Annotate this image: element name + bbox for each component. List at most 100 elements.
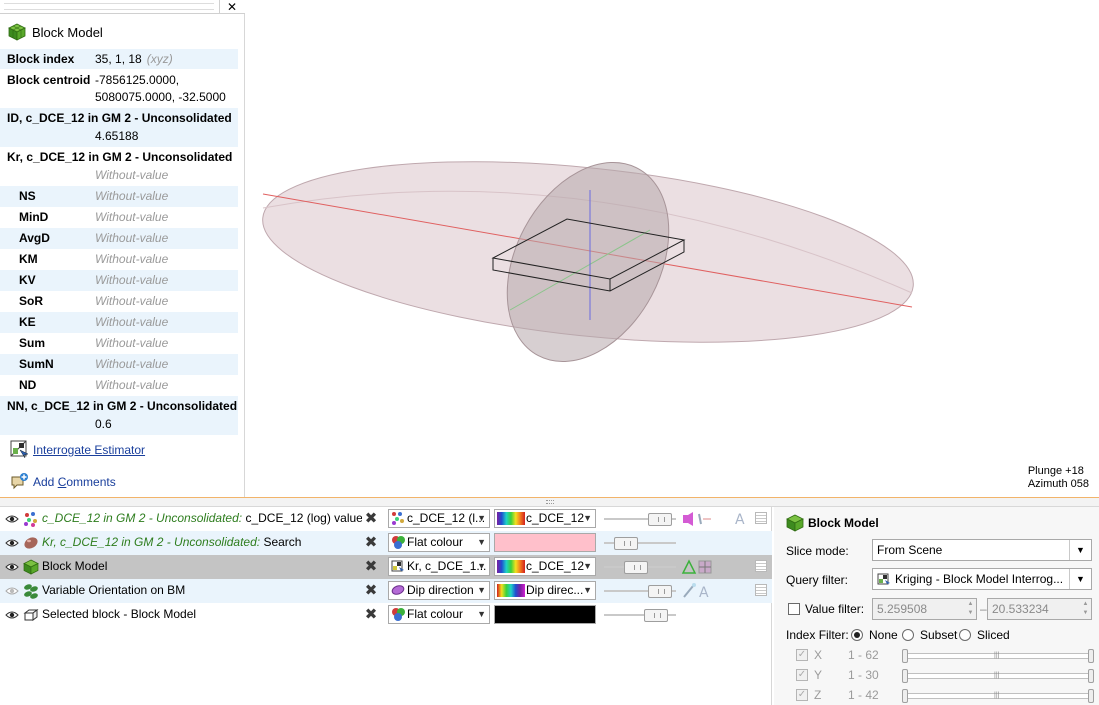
spinner-icon[interactable]: ▲ ▼ (1081, 600, 1090, 618)
radio-none[interactable] (851, 629, 863, 641)
eye-icon[interactable] (5, 562, 19, 572)
colourmap-select[interactable]: c_DCE_12 ▼ (494, 509, 596, 528)
opacity-slider-thumb[interactable] (614, 537, 638, 550)
value-filter-min[interactable]: 5.259508 ▲ ▼ (872, 598, 977, 620)
sor-row: SoR Without-value (0, 291, 238, 312)
eye-icon[interactable] (5, 514, 19, 524)
shape-row[interactable]: c_DCE_12 in GM 2 - Unconsolidated: c_DCE… (0, 507, 772, 531)
radio-subset[interactable] (902, 629, 914, 641)
radio-sliced[interactable] (959, 629, 971, 641)
colourmap-value: c_DCE_12 (526, 559, 585, 573)
remove-icon[interactable]: ✖ (364, 583, 378, 598)
row-label: SoR (19, 294, 43, 308)
range-min-handle[interactable] (902, 649, 908, 663)
lighting-icon[interactable] (681, 510, 721, 528)
chevron-down-icon: ▼ (477, 609, 486, 619)
axis-z-checkbox[interactable]: ✓ (796, 689, 808, 701)
style-select-value: Dip direction (407, 583, 474, 597)
shape-name: Block Model (42, 559, 362, 573)
opacity-slider-thumb[interactable] (648, 513, 672, 526)
query-filter-label: Query filter: (786, 573, 849, 587)
row-value: Without-value (95, 252, 169, 266)
estimator-icon (877, 573, 890, 586)
range-max-handle[interactable] (1088, 689, 1094, 703)
style-select[interactable]: Flat colour ▼ (388, 605, 490, 624)
interrogate-estimator-link[interactable]: Interrogate Estimator (33, 443, 145, 457)
shape-row[interactable]: Selected block - Block Model ✖ Flat colo… (0, 603, 772, 627)
scene-canvas[interactable] (246, 0, 1099, 497)
scene-view[interactable]: Plunge +18 Azimuth 058 (246, 0, 1099, 497)
axis-y-checkbox[interactable]: ✓ (796, 669, 808, 681)
row-label: KV (19, 273, 36, 287)
properties-list-icon[interactable] (755, 560, 767, 572)
query-filter-select[interactable]: Kriging - Block Model Interrog... ▼ (872, 568, 1092, 590)
opacity-slider-thumb[interactable] (644, 609, 668, 622)
info-panel-titlebar[interactable]: ✕ (0, 0, 245, 14)
style-select[interactable]: c_DCE_12 (l... ▼ (388, 509, 490, 528)
range-max-handle[interactable] (1088, 649, 1094, 663)
remove-icon[interactable]: ✖ (364, 511, 378, 526)
style-select[interactable]: Dip direction ▼ (388, 581, 490, 600)
orientation-readout: Plunge +18 Azimuth 058 (1028, 465, 1089, 491)
remove-icon[interactable]: ✖ (364, 559, 378, 574)
opacity-slider-thumb[interactable] (624, 561, 648, 574)
remove-icon[interactable]: ✖ (364, 607, 378, 622)
slice-icon[interactable] (681, 558, 715, 576)
chevron-down-icon: ▼ (477, 561, 486, 571)
value-filter-checkbox[interactable] (788, 603, 800, 615)
axis-x-range-slider[interactable]: ||| (902, 649, 1094, 663)
panel-splitter[interactable] (0, 497, 1099, 507)
range-min-handle[interactable] (902, 689, 908, 703)
add-comments-row[interactable]: Add Comments (10, 472, 116, 491)
slice-mode-label: Slice mode: (786, 544, 849, 558)
drag-grip[interactable] (4, 3, 214, 10)
style-select[interactable]: Flat colour ▼ (388, 533, 490, 552)
shape-row[interactable]: Kr, c_DCE_12 in GM 2 - Unconsolidated: S… (0, 531, 772, 555)
box-icon (23, 609, 39, 621)
value-filter-max[interactable]: 20.533234 ▲ ▼ (987, 598, 1092, 620)
flat-colour-icon (392, 536, 405, 549)
splitter-grip[interactable] (546, 500, 554, 504)
label-a-icon[interactable]: A (733, 510, 749, 528)
eye-hidden-icon[interactable] (5, 586, 19, 596)
colourmap-select[interactable]: c_DCE_12 ▼ (494, 557, 596, 576)
close-button[interactable]: ✕ (219, 0, 244, 14)
points-icon (392, 512, 404, 525)
range-grip: ||| (994, 672, 1000, 679)
range-min-handle[interactable] (902, 669, 908, 683)
add-comment-icon (11, 473, 28, 490)
properties-title: Block Model (808, 516, 879, 530)
axis-z-range-slider[interactable]: ||| (902, 689, 1094, 703)
slice-mode-select[interactable]: From Scene ▼ (872, 539, 1092, 561)
properties-list-icon[interactable] (755, 584, 767, 596)
shape-name-rest: Search (260, 535, 302, 549)
shape-row-selected[interactable]: Block Model ✖ Kr, c_DCE_1... ▼ c_DCE_12 ▼ (0, 555, 772, 579)
id-row: ID, c_DCE_12 in GM 2 - Unconsolidated 4.… (0, 108, 238, 147)
kr-row: Kr, c_DCE_12 in GM 2 - Unconsolidated Wi… (0, 147, 238, 186)
add-comments-link[interactable]: Add Comments (33, 475, 116, 489)
range-grip: ||| (994, 652, 1000, 659)
tool-icons[interactable]: A (681, 582, 721, 600)
axis-x-checkbox[interactable]: ✓ (796, 649, 808, 661)
interrogate-link-row[interactable]: Interrogate Estimator (10, 440, 145, 459)
colour-swatch[interactable] (494, 605, 596, 624)
chevron-down-icon: ▼ (1069, 540, 1091, 560)
eye-icon[interactable] (5, 538, 19, 548)
properties-list-icon[interactable] (755, 512, 767, 524)
shape-row[interactable]: Variable Orientation on BM ✖ Dip directi… (0, 579, 772, 603)
axis-row-z: ✓ Z 1 - 42 ||| (796, 687, 1096, 703)
colourmap-select[interactable]: Dip direc... ▼ (494, 581, 596, 600)
range-max-handle[interactable] (1088, 669, 1094, 683)
style-select[interactable]: Kr, c_DCE_1... ▼ (388, 557, 490, 576)
row-label: MinD (19, 210, 49, 224)
row-label: Kr, c_DCE_12 in GM 2 - Unconsolidated (7, 150, 233, 164)
axis-x-range: 1 - 62 (848, 648, 879, 662)
remove-icon[interactable]: ✖ (364, 535, 378, 550)
eye-icon[interactable] (5, 610, 19, 620)
opacity-slider-thumb[interactable] (648, 585, 672, 598)
axis-y-range-slider[interactable]: ||| (902, 669, 1094, 683)
row-label: ND (19, 378, 37, 392)
colour-swatch[interactable] (494, 533, 596, 552)
axis-z-range: 1 - 42 (848, 688, 879, 702)
spinner-icon[interactable]: ▲ ▼ (966, 600, 975, 618)
